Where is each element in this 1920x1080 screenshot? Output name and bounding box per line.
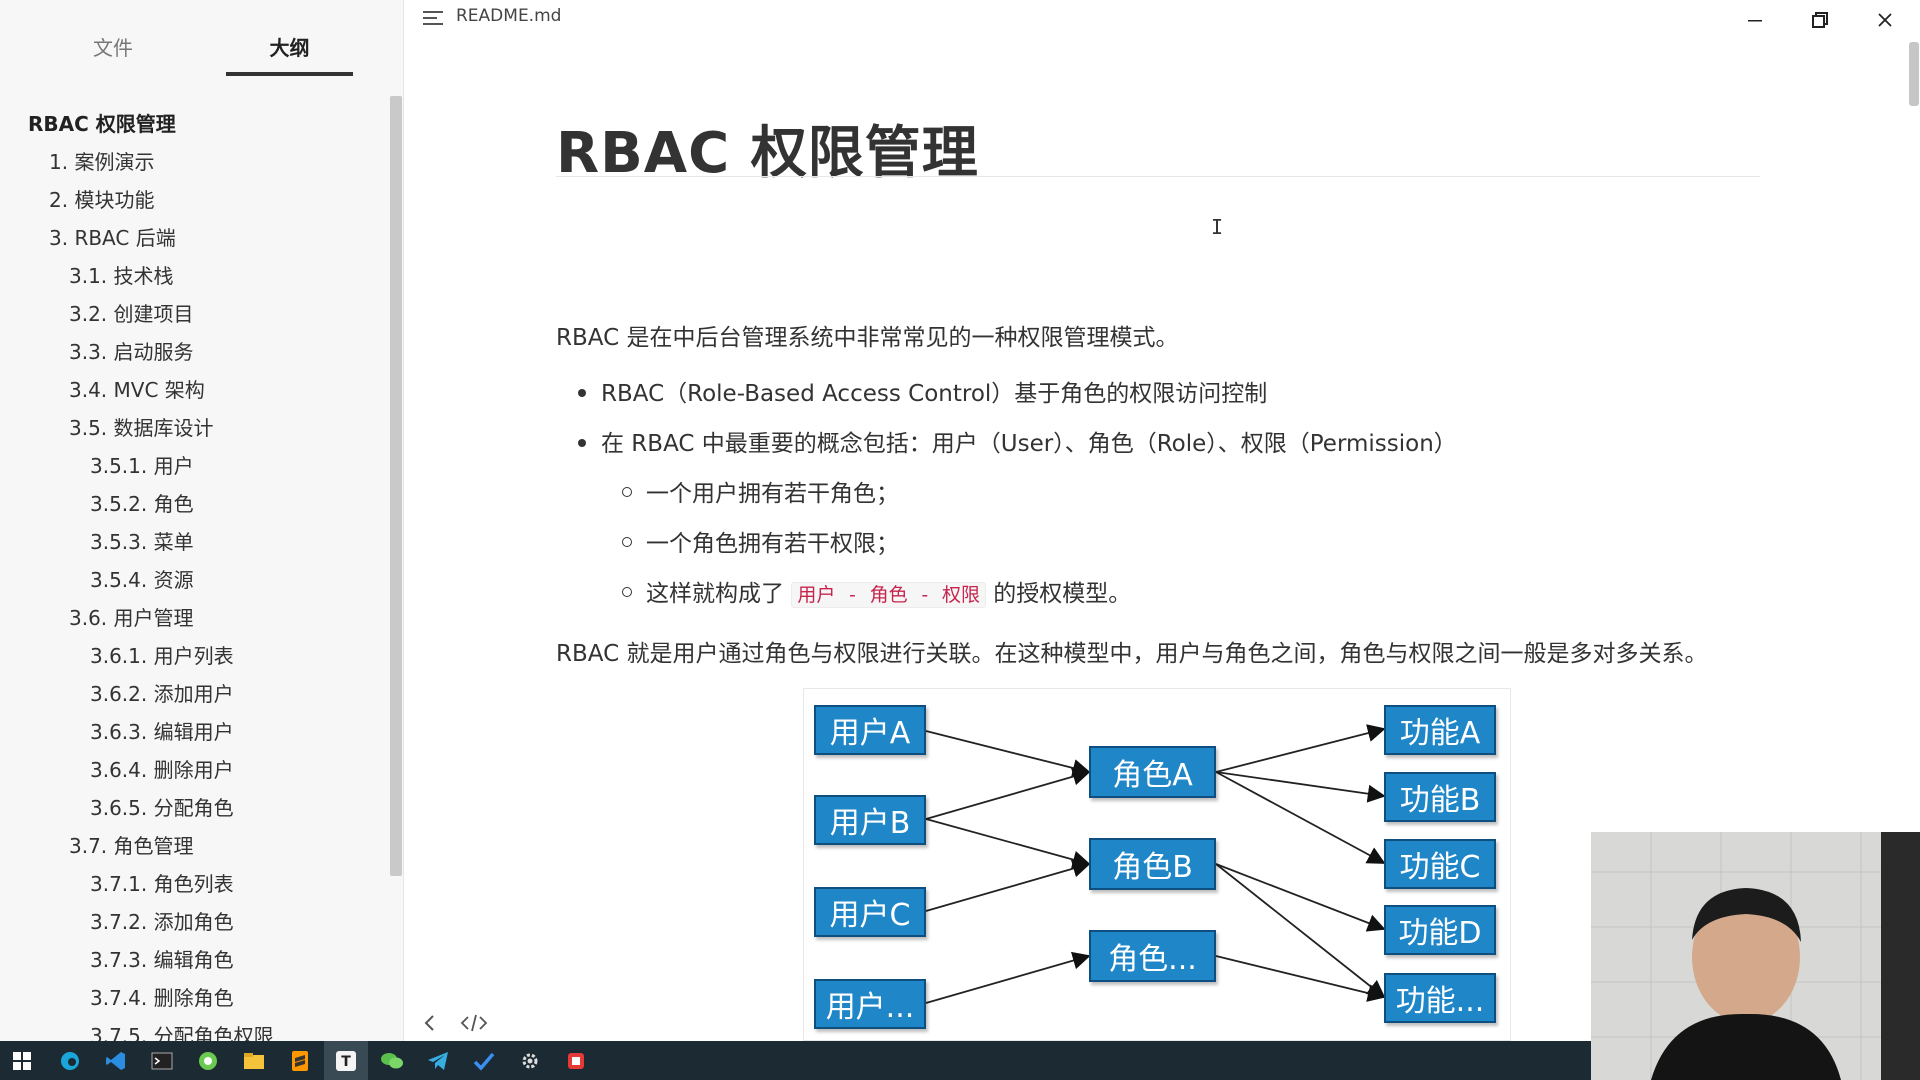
- outline-item[interactable]: 3.6.2. 添加用户: [90, 680, 234, 708]
- tab-outline[interactable]: 大纲: [226, 30, 353, 76]
- editor-footer: [418, 1010, 498, 1038]
- red-app-icon[interactable]: [554, 1041, 598, 1080]
- intro-paragraph: RBAC 是在中后台管理系统中非常常见的一种权限管理模式。: [556, 325, 1179, 351]
- text-cursor-icon: I: [1211, 215, 1224, 239]
- outline-item[interactable]: 3.5.4. 资源: [90, 566, 194, 594]
- bullet-item: RBAC（Role-Based Access Control）基于角色的权限访问…: [601, 381, 1268, 407]
- sidebar-tabs: 文件 大纲: [0, 0, 404, 78]
- outline-list: RBAC 权限管理 1. 案例演示 2. 模块功能 3. RBAC 后端 3.1. 技术…: [0, 102, 390, 1041]
- edge-browser-icon[interactable]: [48, 1041, 92, 1080]
- bullet-dot: [578, 389, 586, 397]
- svg-text:T: T: [341, 1054, 351, 1070]
- diagram-feature-node: 功能...: [1384, 973, 1496, 1023]
- code-icon[interactable]: [460, 1012, 488, 1038]
- sidebar-scrollbar[interactable]: [390, 96, 402, 876]
- wechat-icon[interactable]: [370, 1041, 414, 1080]
- outline-item[interactable]: 3.6.5. 分配角色: [90, 794, 234, 822]
- diagram-user-node: 用户...: [814, 979, 926, 1029]
- diagram-feature-node: 功能B: [1384, 772, 1496, 822]
- document-file-name: README.md: [456, 6, 562, 26]
- outline-item[interactable]: 1. 案例演示: [49, 148, 154, 176]
- settings-gear-icon[interactable]: [508, 1041, 552, 1080]
- inline-code: 用户 - 角色 - 权限: [791, 582, 986, 608]
- outline-item[interactable]: 3.7.3. 编辑角色: [90, 946, 234, 974]
- todo-check-icon[interactable]: [462, 1041, 506, 1080]
- outline-item[interactable]: 3.6.1. 用户列表: [90, 642, 234, 670]
- sub-bullet-circle: [622, 537, 632, 547]
- green-app-icon[interactable]: [186, 1041, 230, 1080]
- diagram-role-node: 角色A: [1089, 746, 1216, 798]
- webcam-overlay: [1591, 832, 1920, 1080]
- diagram-feature-node: 功能A: [1384, 705, 1496, 755]
- outline-item[interactable]: 3.6.4. 删除用户: [90, 756, 234, 784]
- outline-item[interactable]: 3.6.3. 编辑用户: [90, 718, 234, 746]
- sub-bullet-circle: [622, 487, 632, 497]
- typora-icon[interactable]: T: [324, 1041, 368, 1080]
- outline-item[interactable]: RBAC 权限管理: [28, 110, 176, 138]
- restore-button[interactable]: [1795, 4, 1845, 36]
- minimize-icon: [1748, 20, 1762, 22]
- summary-paragraph: RBAC 就是用户通过角色与权限进行关联。在这种模型中，用户与角色之间，角色与权…: [556, 641, 1708, 667]
- sub-bullet-prefix: 这样就构成了: [646, 581, 784, 607]
- outline-item[interactable]: 3.7. 角色管理: [69, 832, 194, 860]
- taskbar: T: [0, 1041, 1591, 1080]
- diagram-feature-node: 功能C: [1384, 839, 1496, 889]
- close-button[interactable]: [1860, 4, 1910, 36]
- diagram-role-node: 角色B: [1089, 838, 1216, 890]
- outline-item[interactable]: 3. RBAC 后端: [49, 224, 176, 252]
- chevron-left-icon[interactable]: [420, 1012, 440, 1038]
- bullet-item: 在 RBAC 中最重要的概念包括：用户（User）、角色（Role）、权限（Pe…: [601, 431, 1457, 457]
- windows-start-icon[interactable]: [0, 1041, 44, 1080]
- close-icon: [1878, 13, 1892, 27]
- file-explorer-icon[interactable]: [232, 1041, 276, 1080]
- outline-item[interactable]: 3.7.2. 添加角色: [90, 908, 234, 936]
- hamburger-icon[interactable]: [423, 9, 445, 27]
- diagram-feature-node: 功能D: [1384, 905, 1496, 955]
- editor-scrollbar[interactable]: [1909, 42, 1919, 106]
- outline-item[interactable]: 3.7.5. 分配角色权限: [90, 1022, 274, 1041]
- diagram-user-node: 用户A: [814, 705, 926, 755]
- minimize-button[interactable]: [1730, 4, 1780, 36]
- sub-bullet-item: 一个角色拥有若干权限；: [646, 531, 899, 557]
- outline-item[interactable]: 3.6. 用户管理: [69, 604, 194, 632]
- outline-item[interactable]: 3.7.1. 角色列表: [90, 870, 234, 898]
- sub-bullet-suffix: 的授权模型。: [993, 581, 1132, 607]
- title-bar: README.md: [405, 0, 1920, 38]
- sidebar: 文件 大纲 RBAC 权限管理 1. 案例演示 2. 模块功能 3. RBAC 后端 3…: [0, 0, 404, 1041]
- bullet-dot: [578, 439, 586, 447]
- outline-item[interactable]: 3.3. 启动服务: [69, 338, 194, 366]
- tab-files[interactable]: 文件: [54, 30, 172, 76]
- outline-item[interactable]: 3.5.2. 角色: [90, 490, 194, 518]
- sub-bullet-circle: [622, 587, 632, 597]
- outline-item[interactable]: 3.5.3. 菜单: [90, 528, 194, 556]
- rbac-diagram: 用户A 用户B 用户C 用户... 角色A 角色B 角色... 功能A 功能B …: [803, 688, 1511, 1041]
- sublime-text-icon[interactable]: [278, 1041, 322, 1080]
- title-divider: [556, 176, 1760, 177]
- terminal-icon[interactable]: [140, 1041, 184, 1080]
- sub-bullet-item: 这样就构成了 用户 - 角色 - 权限 的授权模型。: [646, 574, 1131, 608]
- diagram-role-node: 角色...: [1089, 930, 1216, 982]
- outline-item[interactable]: 3.4. MVC 架构: [69, 376, 205, 404]
- sub-bullet-item: 一个用户拥有若干角色；: [646, 481, 899, 507]
- outline-item[interactable]: 3.7.4. 删除角色: [90, 984, 234, 1012]
- outline-item[interactable]: 3.5.1. 用户: [90, 452, 194, 480]
- vscode-icon[interactable]: [94, 1041, 138, 1080]
- outline-item[interactable]: 2. 模块功能: [49, 186, 154, 214]
- outline-item[interactable]: 3.2. 创建项目: [69, 300, 194, 328]
- outline-item[interactable]: 3.5. 数据库设计: [69, 414, 214, 442]
- restore-icon: [1812, 12, 1828, 28]
- presenter-video-image: [1591, 832, 1920, 1080]
- diagram-user-node: 用户B: [814, 795, 926, 845]
- outline-item[interactable]: 3.1. 技术栈: [69, 262, 174, 290]
- telegram-icon[interactable]: [416, 1041, 460, 1080]
- diagram-user-node: 用户C: [814, 887, 926, 937]
